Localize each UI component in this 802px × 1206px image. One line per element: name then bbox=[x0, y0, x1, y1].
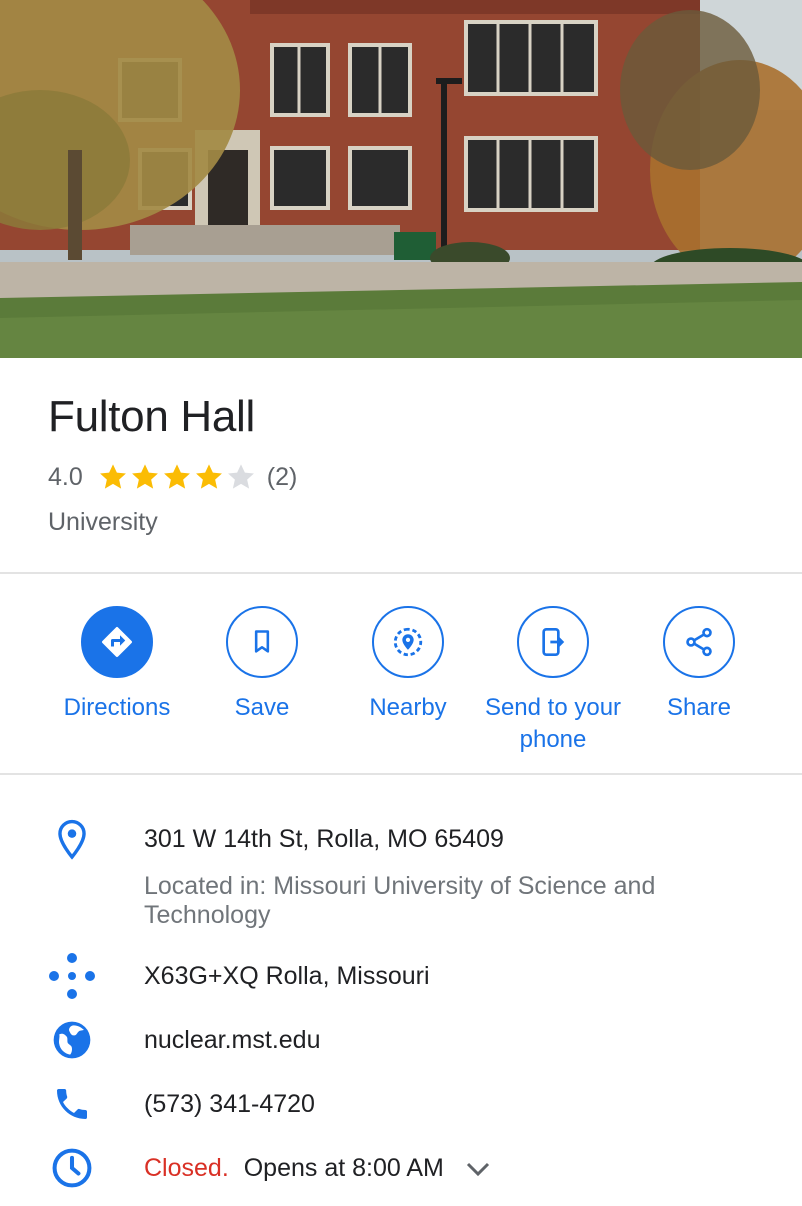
address-text: 301 W 14th St, Rolla, MO 65409 bbox=[144, 825, 504, 853]
rating-value: 4.0 bbox=[48, 462, 83, 491]
send-to-phone-button[interactable]: Send to your phone bbox=[473, 606, 633, 756]
send-to-phone-label: Send to your phone bbox=[484, 694, 622, 753]
star-empty-icon bbox=[227, 464, 254, 489]
rating-row[interactable]: 4.0 (2) bbox=[48, 458, 297, 496]
address-row[interactable]: 301 W 14th St, Rolla, MO 65409 Located i… bbox=[0, 812, 802, 942]
review-count-link[interactable]: (2) bbox=[267, 463, 298, 492]
hours-status: Closed. bbox=[144, 1154, 229, 1182]
hours-next-open: Opens at 8:00 AM bbox=[243, 1154, 444, 1182]
phone-row[interactable]: (573) 341-4720 bbox=[0, 1076, 802, 1132]
star-filled-icon bbox=[131, 464, 158, 489]
plus-code-text: X63G+XQ Rolla, Missouri bbox=[144, 962, 430, 990]
nearby-label: Nearby bbox=[369, 694, 447, 721]
phone-icon bbox=[44, 1076, 100, 1132]
hours-text[interactable]: Closed. Opens at 8:00 AM bbox=[144, 1154, 491, 1183]
phone-number[interactable]: (573) 341-4720 bbox=[144, 1090, 315, 1119]
clock-icon bbox=[44, 1140, 100, 1196]
plus-code-row[interactable]: X63G+XQ Rolla, Missouri bbox=[0, 948, 802, 1004]
place-category[interactable]: University bbox=[48, 508, 158, 537]
directions-icon bbox=[102, 627, 132, 657]
nearby-button[interactable]: Nearby bbox=[328, 606, 488, 724]
star-filled-icon bbox=[99, 464, 126, 489]
website-row[interactable]: nuclear.mst.edu bbox=[0, 1012, 802, 1068]
divider bbox=[0, 572, 802, 574]
website-link[interactable]: nuclear.mst.edu bbox=[144, 1026, 321, 1055]
place-title: Fulton Hall bbox=[48, 392, 256, 441]
directions-label: Directions bbox=[63, 694, 171, 721]
star-rating bbox=[97, 461, 257, 493]
plus-code-icon bbox=[44, 948, 100, 1004]
save-button[interactable]: Save bbox=[182, 606, 342, 724]
star-filled-icon bbox=[195, 464, 222, 489]
bookmark-icon bbox=[254, 630, 270, 653]
hours-row[interactable]: Closed. Opens at 8:00 AM bbox=[0, 1140, 802, 1196]
directions-button[interactable]: Directions bbox=[37, 606, 197, 724]
share-icon bbox=[686, 627, 712, 657]
place-photo[interactable] bbox=[0, 0, 802, 358]
star-filled-icon bbox=[163, 464, 190, 489]
located-in-text[interactable]: Located in: Missouri University of Scien… bbox=[144, 872, 744, 930]
location-pin-icon bbox=[44, 812, 100, 868]
share-label: Share bbox=[666, 694, 732, 721]
save-label: Save bbox=[234, 694, 290, 721]
share-button[interactable]: Share bbox=[619, 606, 779, 724]
nearby-icon bbox=[393, 627, 423, 657]
globe-icon bbox=[44, 1012, 100, 1068]
chevron-down-icon[interactable] bbox=[465, 1160, 491, 1178]
send-to-phone-icon bbox=[542, 628, 565, 656]
divider bbox=[0, 773, 802, 775]
